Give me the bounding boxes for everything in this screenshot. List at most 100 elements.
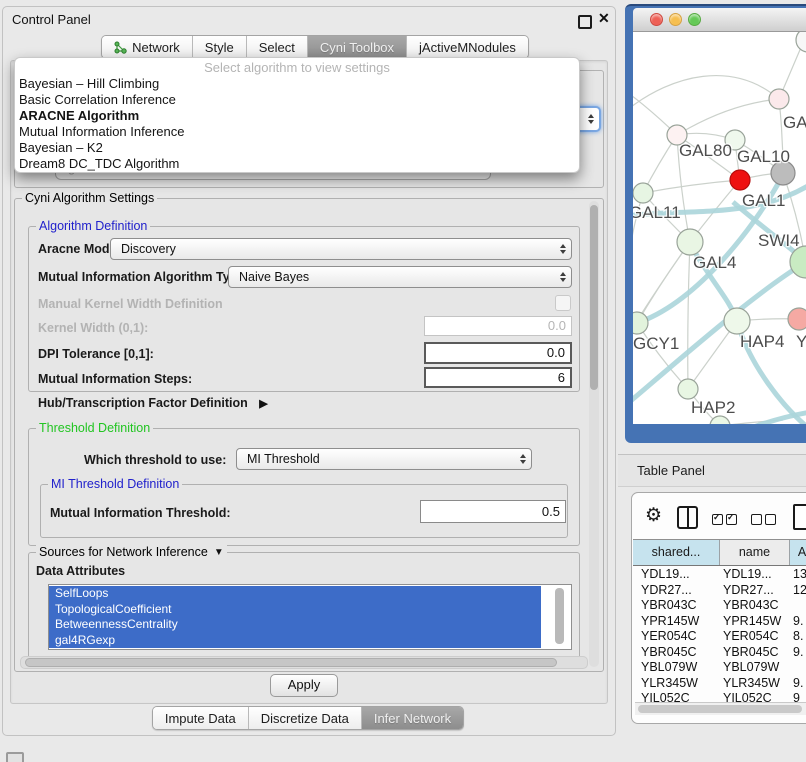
table-window: ⚙ shared...nameA YDL19...YDL19...13YDR27… xyxy=(631,492,806,724)
network-node-top-right[interactable] xyxy=(796,32,806,52)
close-button[interactable] xyxy=(650,13,663,26)
tab-network[interactable]: Network xyxy=(102,36,193,58)
table-row[interactable]: YER054CYER054C8. xyxy=(633,629,806,645)
settings-group-title: Cyni Algorithm Settings xyxy=(22,191,157,205)
table-cell: YBL079W xyxy=(641,660,697,676)
table-row[interactable]: YPR145WYPR145W9. xyxy=(633,614,806,630)
table-panel-title: Table Panel xyxy=(637,463,705,478)
table-cell: YBL079W xyxy=(723,660,779,676)
collapse-arrow-icon[interactable]: ▼ xyxy=(214,547,224,558)
docked-panel-icon[interactable] xyxy=(6,752,24,762)
dpi-tolerance-field[interactable]: 0.0 xyxy=(424,342,572,364)
attribute-item[interactable]: TopologicalCoefficient xyxy=(49,602,541,618)
select-all-icon[interactable] xyxy=(712,512,740,530)
algorithm-option[interactable]: Basic Correlation Inference xyxy=(15,92,579,108)
table-cell: YBR043C xyxy=(723,598,779,614)
algorithm-option[interactable]: Bayesian – K2 xyxy=(15,140,579,156)
algorithm-option[interactable]: Dream8 DC_TDC Algorithm xyxy=(15,156,579,172)
network-graph: GALGAL80GAL10GAL1GAL11SWI4GAL4GCY1HAP4YH… xyxy=(633,32,806,424)
mi-type-value: Naive Bayes xyxy=(239,267,309,287)
table-row[interactable]: YIL052CYIL052C9 xyxy=(633,691,806,702)
spinner-icon xyxy=(560,272,566,282)
network-node-GAL11[interactable] xyxy=(633,183,653,203)
list-scrollbar-thumb[interactable] xyxy=(555,588,564,644)
algorithm-option[interactable]: ARACNE Algorithm xyxy=(15,108,579,124)
new-column-icon[interactable] xyxy=(793,504,806,530)
split-columns-icon[interactable] xyxy=(677,506,698,529)
algorithm-option[interactable]: Mutual Information Inference xyxy=(15,124,579,140)
settings-scrollbar[interactable] xyxy=(589,201,599,667)
table-cell: 12 xyxy=(793,583,806,599)
data-attributes-list[interactable]: SelfLoopsTopologicalCoefficientBetweenne… xyxy=(48,584,572,650)
mi-steps-field[interactable]: 6 xyxy=(424,367,572,388)
apply-button[interactable]: Apply xyxy=(270,674,338,697)
table-row[interactable]: YBR043CYBR043C xyxy=(633,598,806,614)
network-node-HAP2[interactable] xyxy=(678,379,698,399)
gear-icon[interactable]: ⚙ xyxy=(645,504,662,527)
attribute-item[interactable]: BetweennessCentrality xyxy=(49,617,541,633)
bottom-tabs: Impute DataDiscretize DataInfer Network xyxy=(2,706,614,730)
column-header[interactable]: name xyxy=(720,540,790,565)
network-node-GAL4[interactable] xyxy=(677,229,703,255)
table-row[interactable]: YBL079W YBL079W xyxy=(633,660,806,676)
algorithm-definition-title: Algorithm Definition xyxy=(36,219,150,233)
table-hscrollbar[interactable] xyxy=(635,702,806,715)
mi-type-select[interactable]: Naive Bayes xyxy=(228,266,572,288)
mi-threshold-field[interactable]: 0.5 xyxy=(420,500,566,523)
which-threshold-select[interactable]: MI Threshold xyxy=(236,448,532,470)
manual-kernel-checkbox[interactable] xyxy=(555,295,571,311)
minimize-button[interactable] xyxy=(669,13,682,26)
network-node-gal-partial[interactable] xyxy=(769,89,789,109)
network-node-GCY1[interactable] xyxy=(633,312,648,334)
network-window-titlebar[interactable] xyxy=(633,8,806,32)
table-cell: YLR345W xyxy=(641,676,698,692)
table-cell: YDL19... xyxy=(723,567,772,583)
expand-arrow-icon[interactable]: ▶ xyxy=(259,398,267,410)
table-body: YDL19...YDL19...13YDR27...YDR27...12YBR0… xyxy=(633,567,806,702)
tab-label: Cyni Toolbox xyxy=(320,40,394,55)
attribute-item[interactable]: SelfLoops xyxy=(49,586,541,602)
table-panel-header: Table Panel xyxy=(618,454,806,487)
kernel-width-field[interactable]: 0.0 xyxy=(424,316,572,336)
tab-cyni-toolbox[interactable]: Cyni Toolbox xyxy=(308,36,407,58)
tab-select[interactable]: Select xyxy=(247,36,308,58)
tab-style[interactable]: Style xyxy=(193,36,247,58)
table-row[interactable]: YDR27...YDR27...12 xyxy=(633,583,806,599)
tab-impute-data[interactable]: Impute Data xyxy=(153,707,249,729)
table-cell: YPR145W xyxy=(641,614,699,630)
column-header[interactable]: shared... xyxy=(633,540,720,565)
network-node-pink-y[interactable] xyxy=(788,308,806,330)
tab-discretize-data[interactable]: Discretize Data xyxy=(249,707,362,729)
zoom-button[interactable] xyxy=(688,13,701,26)
deselect-all-icon[interactable] xyxy=(751,512,779,530)
network-node-HAP4[interactable] xyxy=(724,308,750,334)
close-icon[interactable]: ✕ xyxy=(598,10,610,27)
mi-threshold-group-title-text: MI Threshold Definition xyxy=(51,477,179,491)
tab-jactivemnodules[interactable]: jActiveMNodules xyxy=(407,36,528,58)
column-header[interactable]: A xyxy=(790,540,806,565)
table-cell: YPR145W xyxy=(723,614,781,630)
algorithm-option[interactable]: Bayesian – Hill Climbing xyxy=(15,76,579,92)
network-edge xyxy=(643,180,740,193)
attribute-item[interactable]: gal4RGexp xyxy=(49,633,541,649)
tab-label: Style xyxy=(205,40,234,55)
tab-label: jActiveMNodules xyxy=(419,40,516,55)
settings-hscrollbar[interactable] xyxy=(20,656,588,669)
tab-infer-network[interactable]: Infer Network xyxy=(362,707,463,729)
hub-definition-toggle[interactable]: Hub/Transcription Factor Definition ▶ xyxy=(38,396,268,410)
table-row[interactable]: YLR345WYLR345W9. xyxy=(633,676,806,692)
network-node-GAL1[interactable] xyxy=(730,170,750,190)
network-canvas[interactable]: GALGAL80GAL10GAL1GAL11SWI4GAL4GCY1HAP4YH… xyxy=(633,32,806,424)
table-hscrollbar-thumb[interactable] xyxy=(638,705,802,713)
network-node-bottom[interactable] xyxy=(710,416,730,424)
aracne-mode-select[interactable]: Discovery xyxy=(110,238,572,260)
scrollbar-thumb[interactable] xyxy=(590,205,598,390)
node-label: SWI4 xyxy=(758,231,800,250)
table-row[interactable]: YDL19...YDL19...13 xyxy=(633,567,806,583)
table-cell: YIL052C xyxy=(641,691,690,702)
tab-label: Select xyxy=(259,40,295,55)
float-panel-icon[interactable] xyxy=(578,15,592,29)
table-row[interactable]: YBR045CYBR045C9. xyxy=(633,645,806,661)
hscrollbar-thumb[interactable] xyxy=(25,658,557,667)
node-label: HAP2 xyxy=(691,398,735,417)
